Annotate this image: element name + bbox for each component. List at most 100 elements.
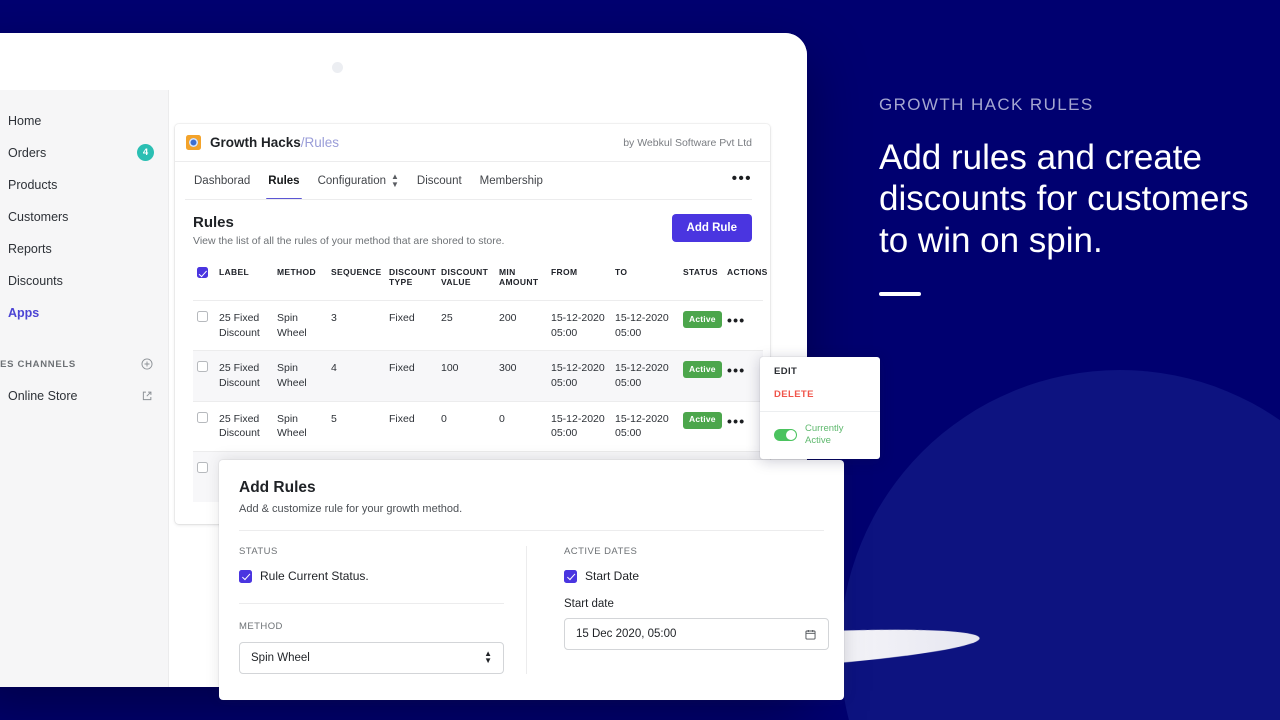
app-name: Growth Hacks: [210, 135, 301, 150]
select-all-header: [193, 260, 215, 301]
row-checkbox[interactable]: [197, 462, 208, 474]
tab-label: Dashborad: [194, 175, 251, 187]
screen-root: Home Orders 4 Products Customers Reports…: [0, 0, 1280, 720]
promo-kicker: GROWTH HACK RULES: [879, 95, 1094, 114]
cell-sequence: 5: [331, 412, 337, 425]
rules-subtitle: View the list of all the rules of your m…: [193, 235, 505, 247]
cell-method: Spin Wheel: [277, 412, 307, 440]
column-header-from: FROM: [547, 260, 611, 301]
cell-label: 25 Fixed Discount: [219, 312, 260, 339]
popover-edit-item[interactable]: EDIT: [760, 357, 880, 383]
app-header: Growth Hacks/Rules by Webkul Software Pv…: [175, 124, 770, 162]
table-row[interactable]: 25 Fixed Discount Spin Wheel 3 Fixed 25 …: [193, 300, 763, 351]
start-date-value: 15 Dec 2020, 05:00: [576, 628, 677, 640]
method-select[interactable]: Spin Wheel ▲ ▼: [239, 642, 504, 674]
tab-configuration[interactable]: Configuration ▲ ▼: [309, 162, 408, 200]
sidebar-item-products[interactable]: Products: [0, 173, 168, 196]
column-header-method: METHOD: [273, 260, 327, 301]
column-header-min-amount: MIN AMOUNT: [495, 260, 547, 301]
rules-title: Rules: [193, 214, 234, 231]
sidebar-item-orders[interactable]: Orders 4: [0, 141, 168, 164]
sidebar-item-discounts[interactable]: Discounts: [0, 269, 168, 292]
cell-from: 15-12-2020 05:00: [551, 362, 605, 390]
row-actions-ellipsis-icon[interactable]: •••: [727, 413, 745, 429]
cell-discount-type: Fixed: [389, 412, 415, 425]
popover-active-toggle-row[interactable]: Currently Active: [760, 412, 880, 459]
cell-status: Active: [679, 351, 723, 401]
ellipsis-icon[interactable]: •••: [732, 162, 752, 200]
plus-circle-icon[interactable]: [140, 357, 154, 371]
page-title: Growth Hacks/Rules: [210, 135, 339, 150]
sidebar-item-label: Home: [8, 113, 42, 128]
tab-rules[interactable]: Rules: [259, 162, 308, 200]
add-rule-button[interactable]: Add Rule: [671, 214, 752, 242]
promo-panel: GROWTH HACK RULES Add rules and create d…: [879, 95, 1259, 296]
status-badge: Active: [683, 311, 722, 328]
chrome-dot-icon: [332, 62, 343, 73]
decorative-circle: [840, 370, 1280, 720]
row-checkbox[interactable]: [197, 361, 208, 373]
table-row[interactable]: 25 Fixed Discount Spin Wheel 4 Fixed 100…: [193, 350, 763, 402]
cell-actions: •••: [723, 351, 763, 401]
start-date-field-label: Start date: [564, 598, 614, 610]
row-actions-ellipsis-icon[interactable]: •••: [727, 362, 745, 378]
sidebar-item-apps[interactable]: Apps: [0, 301, 168, 324]
sidebar-item-online-store[interactable]: Online Store: [0, 384, 168, 407]
cell-actions: •••: [723, 301, 763, 351]
chevron-updown-icon: ▲ ▼: [484, 649, 492, 665]
active-dates-section-label: ACTIVE DATES: [564, 546, 638, 557]
sidebar-item-label: Discounts: [8, 273, 63, 288]
sidebar-item-home[interactable]: Home: [0, 109, 168, 132]
rule-current-status-row[interactable]: Rule Current Status.: [239, 569, 504, 583]
cell-min-amount: 0: [499, 412, 505, 425]
column-header-actions: ACTIONS: [723, 260, 767, 301]
sidebar-section-title: SALES CHANNELS: [0, 358, 76, 370]
start-date-toggle-row[interactable]: Start Date: [564, 569, 829, 583]
row-checkbox[interactable]: [197, 411, 208, 423]
cell-label: 25 Fixed Discount: [219, 362, 260, 390]
sidebar: Home Orders 4 Products Customers Reports…: [0, 90, 169, 687]
tab-label: Membership: [479, 175, 543, 187]
sidebar-item-reports[interactable]: Reports: [0, 237, 168, 260]
cell-sequence: 3: [331, 312, 337, 324]
active-toggle[interactable]: [774, 428, 797, 441]
start-date-input[interactable]: 15 Dec 2020, 05:00: [564, 618, 829, 650]
cell-discount-type: Fixed: [389, 362, 415, 375]
cell-from: 15-12-2020 05:00: [551, 412, 605, 440]
cell-discount-value: 0: [441, 412, 447, 425]
orders-count-badge: 4: [137, 144, 154, 161]
external-link-icon[interactable]: [140, 389, 154, 403]
tab-discount[interactable]: Discount: [408, 162, 471, 200]
cell-min-amount: 300: [499, 362, 517, 375]
active-toggle-label: Currently Active: [805, 423, 844, 446]
growth-hacks-app-icon: [186, 135, 201, 150]
method-section-label: METHOD: [239, 621, 283, 632]
sidebar-item-label: Customers: [8, 209, 69, 224]
cell-to: 15-12-2020 05:00: [615, 362, 669, 390]
cell-method: Spin Wheel: [277, 312, 307, 339]
cell-min-amount: 200: [499, 312, 517, 324]
add-rules-subtitle: Add & customize rule for your growth met…: [239, 503, 463, 515]
column-header-discount-type: DISCOUNT TYPE: [385, 260, 437, 301]
tabs-divider: [185, 199, 752, 200]
row-actions-popover: EDIT DELETE Currently Active: [760, 357, 880, 459]
row-select-cell: [193, 452, 215, 502]
row-actions-ellipsis-icon[interactable]: •••: [727, 312, 745, 328]
column-header-label: LABEL: [215, 260, 273, 301]
row-checkbox[interactable]: [197, 311, 208, 322]
popover-delete-item[interactable]: DELETE: [760, 383, 880, 412]
tab-membership[interactable]: Membership: [471, 162, 552, 200]
tab-dashborad[interactable]: Dashborad: [185, 162, 259, 200]
cell-to: 15-12-2020 05:00: [615, 312, 669, 339]
tab-label: Configuration: [317, 175, 386, 187]
cell-status: Active: [679, 401, 723, 451]
calendar-icon[interactable]: [804, 628, 817, 641]
table-row[interactable]: 25 Fixed Discount Spin Wheel 5 Fixed 0 0…: [193, 401, 763, 451]
select-all-checkbox[interactable]: [197, 267, 208, 278]
start-date-checkbox[interactable]: [564, 569, 577, 583]
rule-current-status-checkbox[interactable]: [239, 569, 252, 583]
sidebar-item-customers[interactable]: Customers: [0, 205, 168, 228]
row-select-cell: [193, 301, 215, 351]
start-date-checkbox-label: Start Date: [585, 569, 640, 583]
cell-from: 15-12-2020 05:00: [551, 312, 605, 339]
